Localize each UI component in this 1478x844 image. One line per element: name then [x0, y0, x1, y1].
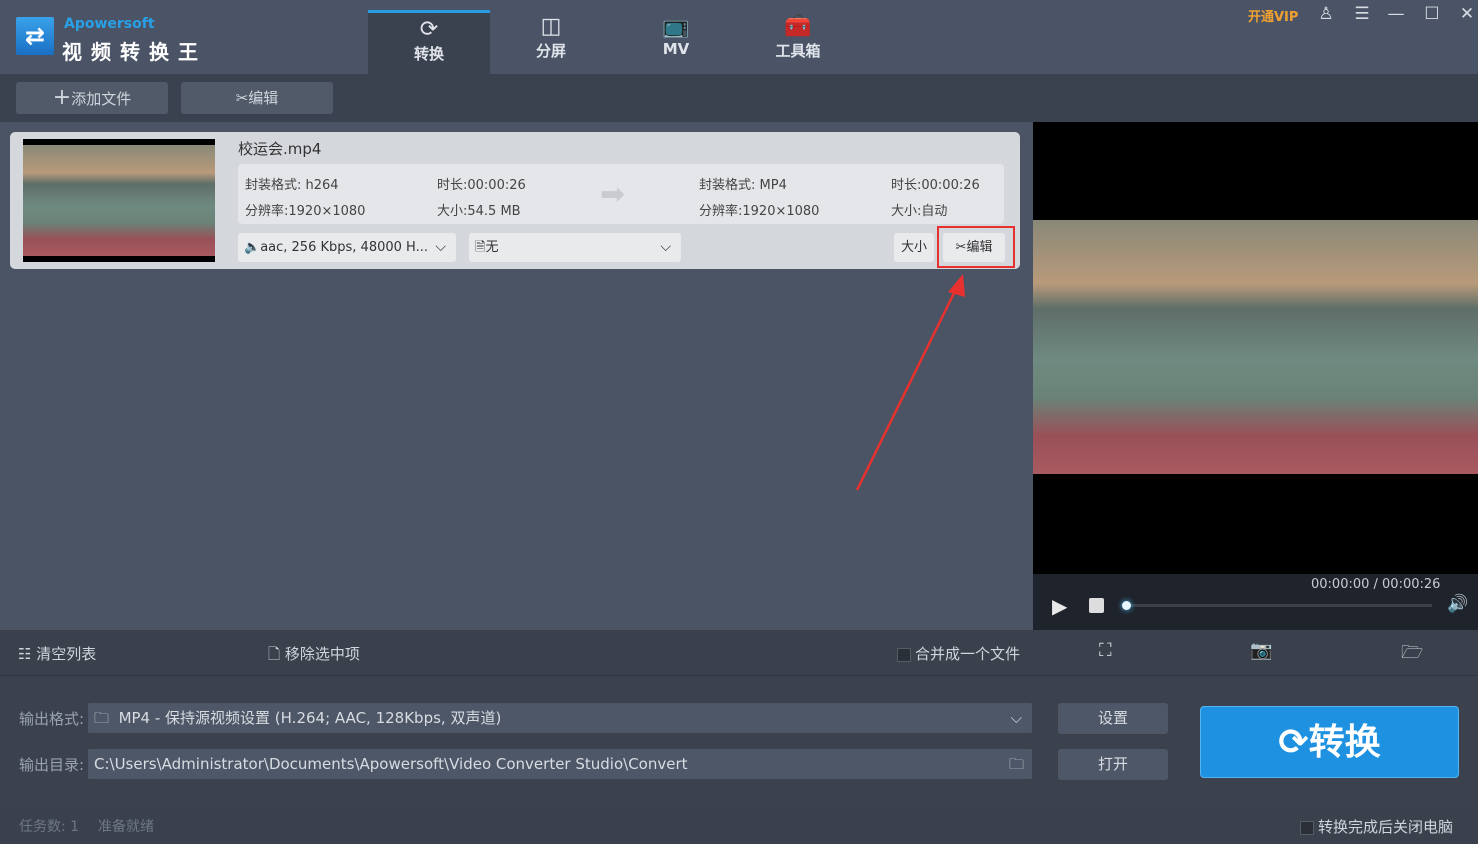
- video-preview: [1033, 220, 1478, 474]
- output-dir-input[interactable]: C:\Users\Administrator\Documents\Apowers…: [88, 749, 1032, 779]
- shutdown-checkbox[interactable]: 转换完成后关闭电脑: [1300, 816, 1453, 837]
- remove-file-icon: 🗋: [268, 645, 281, 663]
- checkbox[interactable]: [897, 647, 911, 662]
- output-format-label: 输出格式:: [19, 710, 85, 728]
- dir-value: C:\Users\Administrator\Documents\Apowers…: [94, 755, 688, 773]
- merge-checkbox[interactable]: 合并成一个文件: [897, 643, 1020, 664]
- remove-selected-button[interactable]: 🗋 移除选中项: [268, 643, 360, 669]
- folder-icon[interactable]: 🗀: [1009, 749, 1024, 779]
- convert-label: 转换: [1308, 722, 1381, 763]
- seek-bar[interactable]: [1126, 604, 1432, 607]
- fullscreen-icon[interactable]: ⛶: [1099, 640, 1112, 661]
- camera-icon[interactable]: 📷: [1250, 640, 1272, 661]
- stop-icon[interactable]: [1089, 598, 1104, 613]
- format-value: MP4 - 保持源视频设置 (H.264; AAC, 128Kbps, 双声道): [118, 709, 502, 727]
- chevron-down-icon: ⌵: [1010, 709, 1022, 727]
- convert-button[interactable]: ⟳转换: [1200, 706, 1459, 778]
- clear-label: 清空列表: [36, 645, 97, 663]
- shutdown-label: 转换完成后关闭电脑: [1318, 818, 1454, 836]
- volume-icon[interactable]: 🔊: [1447, 594, 1468, 614]
- status-bar: [0, 808, 1478, 844]
- playback-time: 00:00:00 / 00:00:26: [1311, 577, 1441, 592]
- merge-label: 合并成一个文件: [915, 645, 1021, 663]
- remove-label: 移除选中项: [284, 645, 360, 663]
- open-folder-icon[interactable]: 🗁: [1401, 640, 1423, 670]
- play-icon[interactable]: ▶: [1052, 594, 1067, 618]
- settings-button[interactable]: 设置: [1058, 703, 1168, 734]
- open-button[interactable]: 打开: [1058, 749, 1168, 780]
- clear-list-icon: ☷: [18, 645, 32, 663]
- seek-handle[interactable]: [1122, 601, 1131, 610]
- output-dir-label: 输出目录:: [19, 756, 85, 774]
- format-icon: 🗀: [94, 709, 110, 727]
- checkbox[interactable]: [1300, 820, 1314, 835]
- output-format-select[interactable]: 🗀 MP4 - 保持源视频设置 (H.264; AAC, 128Kbps, 双声…: [88, 703, 1032, 733]
- status-text: 准备就绪: [98, 819, 154, 835]
- clear-list-button[interactable]: ☷ 清空列表: [18, 643, 96, 664]
- task-count: 任务数: 1: [19, 819, 80, 835]
- refresh-icon: ⟳: [1278, 722, 1309, 763]
